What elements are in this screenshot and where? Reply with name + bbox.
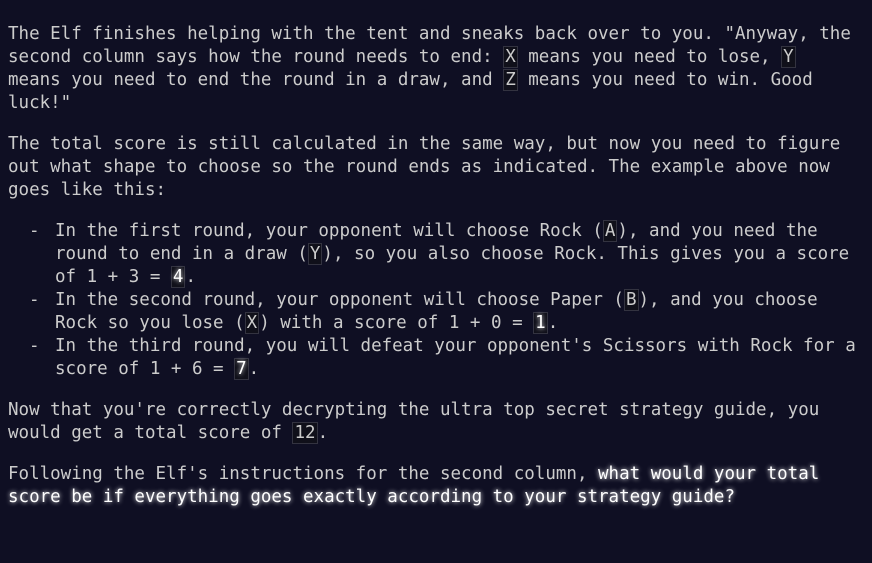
example-rounds-list: In the first round, your opponent will c… xyxy=(8,220,858,381)
score-code: 7 xyxy=(234,358,249,380)
score-code: 4 xyxy=(170,266,186,288)
code-x: X xyxy=(244,312,260,334)
score-value: 4 xyxy=(172,267,184,287)
code-y: Y xyxy=(307,243,323,265)
code-b: B xyxy=(623,289,639,311)
score-value: 7 xyxy=(236,359,247,379)
list-item-round-3: In the third round, you will defeat your… xyxy=(29,335,858,381)
text: . xyxy=(248,359,260,379)
puzzle-description: The Elf finishes helping with the tent a… xyxy=(0,23,858,509)
paragraph-question: Following the Elf's instructions for the… xyxy=(8,463,858,509)
code-z: Z xyxy=(503,69,518,91)
text: In the third round, you will defeat your… xyxy=(55,336,856,379)
paragraph-score-explanation: The total score is still calculated in t… xyxy=(8,134,841,200)
total-score-code: 12 xyxy=(292,422,318,444)
text: Following the Elf's instructions for the… xyxy=(8,464,599,484)
text: In the first round, your opponent will c… xyxy=(55,221,603,241)
list-item-round-1: In the first round, your opponent will c… xyxy=(29,220,858,289)
text: ) with a score of 1 + 0 = xyxy=(259,313,534,333)
text: means you need to lose, xyxy=(517,47,782,67)
code-x: X xyxy=(503,46,518,68)
text: means you need to end the round in a dra… xyxy=(8,70,504,90)
paragraph-total-score: Now that you're correctly decrypting the… xyxy=(8,399,858,445)
code-y: Y xyxy=(781,46,796,68)
text: In the second round, your opponent will … xyxy=(55,290,624,310)
code-a: A xyxy=(602,220,618,242)
text: . xyxy=(185,267,196,287)
text: Now that you're correctly decrypting the… xyxy=(8,400,820,443)
text: . xyxy=(547,313,559,333)
paragraph-column-meaning: The Elf finishes helping with the tent a… xyxy=(8,23,858,115)
score-code: 1 xyxy=(533,312,548,334)
score-value: 1 xyxy=(535,313,546,333)
text: . xyxy=(317,423,329,443)
list-item-round-2: In the second round, your opponent will … xyxy=(29,289,858,335)
